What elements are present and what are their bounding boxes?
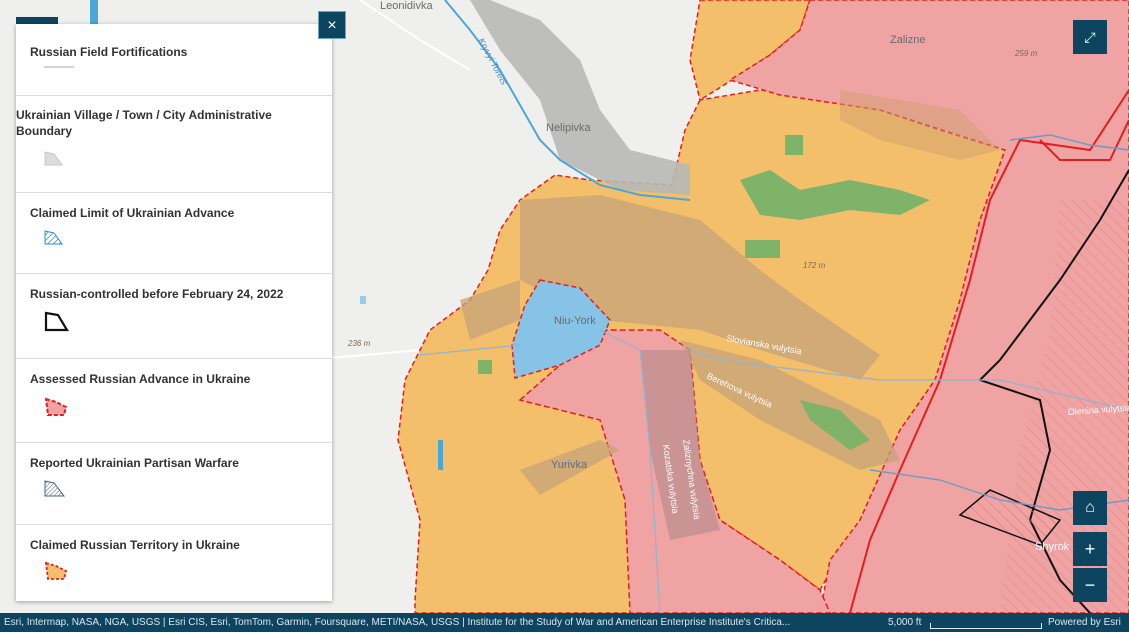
label-yurivka: Yurivka — [551, 459, 588, 471]
legend-title: Ukrainian Village / Town / City Administ… — [16, 108, 272, 138]
label-leonidivka: Leonidivka — [380, 0, 433, 12]
powered-by-link[interactable]: Powered by Esri — [1048, 613, 1121, 632]
fullscreen-button[interactable]: ⤢ — [1073, 20, 1107, 54]
legend-item-partisan-warfare: Reported Ukrainian Partisan Warfare — [16, 443, 332, 525]
fullscreen-icon: ⤢ — [1084, 29, 1096, 45]
zoom-in-button[interactable]: + — [1073, 532, 1107, 566]
label-zalizne: Zalizne — [890, 34, 925, 46]
legend-item-claimed-russian: Claimed Russian Territory in Ukraine — [16, 525, 332, 601]
scale-bar — [930, 623, 1042, 629]
plus-icon: + — [1084, 539, 1096, 559]
gray-polygon-swatch — [44, 151, 63, 166]
navy-hatch-swatch — [44, 480, 66, 497]
legend-title: Claimed Limit of Ukrainian Advance — [30, 206, 235, 220]
label-elev-236: 236 m — [347, 339, 371, 348]
legend-panel: Russian Field Fortifications Ukrainian V… — [16, 24, 332, 601]
orange-dashed-swatch — [44, 561, 68, 580]
legend-item-field-fortifications: Russian Field Fortifications — [16, 24, 332, 96]
label-elev-172: 172 m — [803, 261, 826, 270]
legend-item-assessed-advance: Assessed Russian Advance in Ukraine — [16, 359, 332, 443]
red-dashed-swatch — [44, 397, 68, 416]
legend-item-admin-boundary: Ukrainian Village / Town / City Administ… — [16, 96, 332, 193]
legend-title: Claimed Russian Territory in Ukraine — [30, 538, 240, 552]
legend-title: Assessed Russian Advance in Ukraine — [30, 372, 251, 386]
label-elev-259: 259 m — [1014, 49, 1038, 58]
legend-title: Russian Field Fortifications — [30, 45, 188, 59]
attribution-text[interactable]: Esri, Intermap, NASA, NGA, USGS | Esri C… — [4, 613, 854, 632]
attribution-bar: Esri, Intermap, NASA, NGA, USGS | Esri C… — [0, 613, 1129, 632]
gray-line-swatch — [44, 66, 74, 68]
black-outline-swatch — [44, 311, 69, 332]
close-icon: × — [327, 17, 337, 34]
blue-hatch-swatch — [44, 230, 63, 245]
water-body-2 — [360, 296, 366, 304]
close-legend-button[interactable]: × — [318, 11, 346, 39]
water-body-3 — [438, 440, 443, 470]
label-nelipivka: Nelipivka — [546, 122, 592, 134]
legend-title: Reported Ukrainian Partisan Warfare — [30, 456, 239, 470]
legend-item-pre-2022: Russian-controlled before February 24, 2… — [16, 274, 332, 359]
legend-title: Russian-controlled before February 24, 2… — [30, 287, 284, 301]
scale-label: 5,000 ft — [888, 617, 922, 628]
legend-item-ukr-advance: Claimed Limit of Ukrainian Advance — [16, 193, 332, 274]
minus-icon: − — [1084, 575, 1096, 595]
zoom-out-button[interactable]: − — [1073, 568, 1107, 602]
label-shyrok: Shyrok — [1035, 541, 1070, 553]
home-icon: ⌂ — [1085, 499, 1095, 516]
water-body — [90, 0, 98, 25]
home-button[interactable]: ⌂ — [1073, 491, 1107, 525]
label-niu-york: Niu-York — [554, 315, 596, 327]
